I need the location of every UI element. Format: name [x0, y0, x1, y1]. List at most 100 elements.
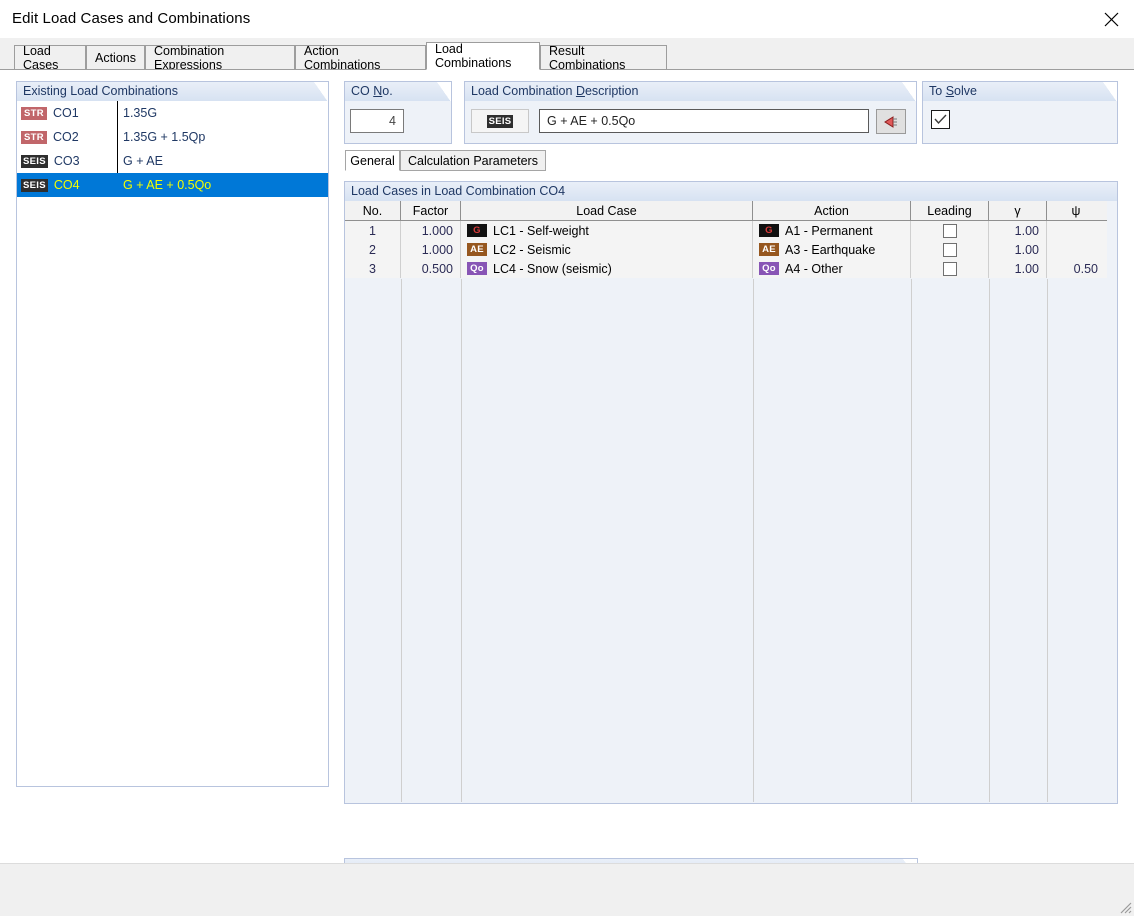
leading-checkbox[interactable]	[942, 261, 957, 276]
cell-action-text: A3 - Earthquake	[785, 242, 876, 257]
load-case-badge: AE	[467, 243, 487, 256]
cell-action-text: A4 - Other	[785, 261, 843, 276]
description-title-prefix: Load Combination	[471, 84, 576, 98]
column-header-psi[interactable]: ψ	[1047, 201, 1105, 221]
cell-psi	[1047, 240, 1105, 259]
load-cases-table-title: Load Cases in Load Combination CO4	[344, 181, 1118, 201]
table-row[interactable]: 2 1.000 AE LC2 - Seismic AE A3 - Earthqu…	[345, 240, 1107, 259]
list-item-badge-cell: SEIS CO4	[17, 178, 117, 192]
cell-action[interactable]: G A1 - Permanent	[753, 221, 911, 240]
cell-psi	[1047, 221, 1105, 240]
load-case-badge: G	[467, 224, 487, 237]
cell-factor[interactable]: 1.000	[401, 240, 461, 259]
page-title: Edit Load Cases and Combinations	[12, 10, 251, 27]
list-item-badge-cell: STR CO1	[17, 106, 117, 120]
co-number-group: CO No. 4	[344, 81, 452, 144]
list-item-expression: G + AE	[123, 154, 163, 168]
existing-combinations-list[interactable]: STR CO1 1.35G STR CO2 1.35G + 1.5Qp SEIS…	[17, 101, 328, 786]
group-fold-corner	[1103, 82, 1117, 101]
list-item-selected[interactable]: SEIS CO4 G + AE + 0.5Qo	[17, 173, 328, 197]
description-input[interactable]: G + AE + 0.5Qo	[539, 109, 869, 133]
list-item-name: CO2	[53, 130, 79, 144]
cell-leading[interactable]	[911, 221, 989, 240]
cell-factor[interactable]: 1.000	[401, 221, 461, 240]
cell-action[interactable]: AE A3 - Earthquake	[753, 240, 911, 259]
co-number-input[interactable]: 4	[350, 109, 404, 133]
tab-load-combinations[interactable]: Load Combinations	[426, 42, 540, 70]
cell-action-text: A1 - Permanent	[785, 223, 873, 238]
column-separator	[753, 279, 754, 802]
column-header-leading[interactable]: Leading	[911, 201, 989, 221]
column-separator	[461, 279, 462, 802]
tab-general[interactable]: General	[345, 150, 400, 171]
cell-no: 3	[345, 259, 401, 278]
cell-load-case[interactable]: AE LC2 - Seismic	[461, 240, 753, 259]
check-icon	[934, 114, 947, 125]
combination-description-title: Load Combination Description	[464, 81, 917, 101]
tab-actions[interactable]: Actions	[86, 45, 145, 70]
list-item-badge-cell: SEIS CO3	[17, 154, 117, 168]
title-bar: Edit Load Cases and Combinations	[0, 0, 1134, 38]
co-number-title-prefix: CO	[351, 84, 374, 98]
to-solve-title-prefix: To	[929, 84, 946, 98]
cell-psi: 0.50	[1073, 261, 1098, 276]
column-separator	[989, 279, 990, 802]
column-header-action[interactable]: Action	[753, 201, 911, 221]
list-item[interactable]: SEIS CO3 G + AE	[17, 149, 328, 173]
cell-load-case[interactable]: G LC1 - Self-weight	[461, 221, 753, 240]
dialog-client-area: Existing Load Combinations STR CO1 1.35G	[0, 69, 1134, 916]
co-number-body: 4	[344, 101, 452, 144]
action-badge: G	[759, 224, 779, 237]
to-solve-title-accel: S	[945, 84, 955, 98]
cell-leading[interactable]	[911, 259, 989, 278]
cell-gamma: 1.00	[989, 259, 1047, 278]
table-empty-area[interactable]	[345, 279, 1107, 802]
cell-leading[interactable]	[911, 240, 989, 259]
list-item-name: CO3	[53, 154, 80, 168]
close-icon[interactable]	[1088, 0, 1134, 38]
tab-result-combinations[interactable]: Result Combinations	[540, 44, 667, 72]
cell-load-case-text: LC2 - Seismic	[493, 242, 571, 257]
to-solve-group: To Solve	[922, 81, 1118, 144]
cell-load-case[interactable]: Qo LC4 - Snow (seismic)	[461, 259, 753, 278]
existing-combinations-body: STR CO1 1.35G STR CO2 1.35G + 1.5Qp SEIS…	[16, 101, 329, 787]
table-row[interactable]: 1 1.000 G LC1 - Self-weight G A1 - Perma…	[345, 221, 1107, 240]
tab-load-cases[interactable]: Load Cases	[14, 44, 86, 72]
tab-combination-expressions[interactable]: Combination Expressions	[145, 44, 295, 72]
list-item-name: CO1	[53, 106, 79, 120]
combination-description-group: Load Combination Description SEIS G + AE…	[464, 81, 917, 144]
list-item[interactable]: STR CO1 1.35G	[17, 101, 328, 125]
apply-description-icon[interactable]	[876, 109, 906, 134]
leading-checkbox[interactable]	[942, 223, 957, 238]
column-header-factor[interactable]: Factor	[401, 201, 461, 221]
cell-factor[interactable]: 0.500	[401, 259, 461, 278]
existing-combinations-group: Existing Load Combinations STR CO1 1.35G	[16, 81, 329, 787]
column-header-no[interactable]: No.	[345, 201, 401, 221]
load-cases-table[interactable]: No. Factor Load Case Action Leading γ ψ …	[345, 201, 1107, 802]
action-badge: AE	[759, 243, 779, 256]
list-item[interactable]: STR CO2 1.35G + 1.5Qp	[17, 125, 328, 149]
column-header-load-case[interactable]: Load Case	[461, 201, 753, 221]
co-number-title: CO No.	[344, 81, 452, 101]
load-case-badge: Qo	[467, 262, 487, 275]
column-header-gamma[interactable]: γ	[989, 201, 1047, 221]
dialog-root: Edit Load Cases and Combinations Load Ca…	[0, 0, 1134, 916]
cell-gamma: 1.00	[989, 240, 1047, 259]
cell-action[interactable]: Qo A4 - Other	[753, 259, 911, 278]
column-separator	[911, 279, 912, 802]
list-item-expression: 1.35G + 1.5Qp	[123, 130, 206, 144]
column-separator	[1047, 279, 1048, 802]
seis-badge: SEIS	[486, 114, 514, 128]
cell-no: 2	[345, 240, 401, 259]
leading-checkbox[interactable]	[942, 242, 957, 257]
tab-calculation-parameters[interactable]: Calculation Parameters	[400, 150, 546, 171]
to-solve-checkbox[interactable]	[931, 110, 950, 129]
group-fold-corner	[314, 82, 328, 101]
table-row[interactable]: 3 0.500 Qo LC4 - Snow (seismic) Qo A4 - …	[345, 259, 1107, 278]
resize-grip-icon[interactable]	[1118, 900, 1132, 914]
action-badge: Qo	[759, 262, 779, 275]
description-type-badge-box: SEIS	[471, 109, 529, 133]
tab-action-combinations[interactable]: Action Combinations	[295, 44, 426, 72]
seis-badge: SEIS	[21, 154, 48, 168]
str-badge: STR	[21, 106, 47, 120]
